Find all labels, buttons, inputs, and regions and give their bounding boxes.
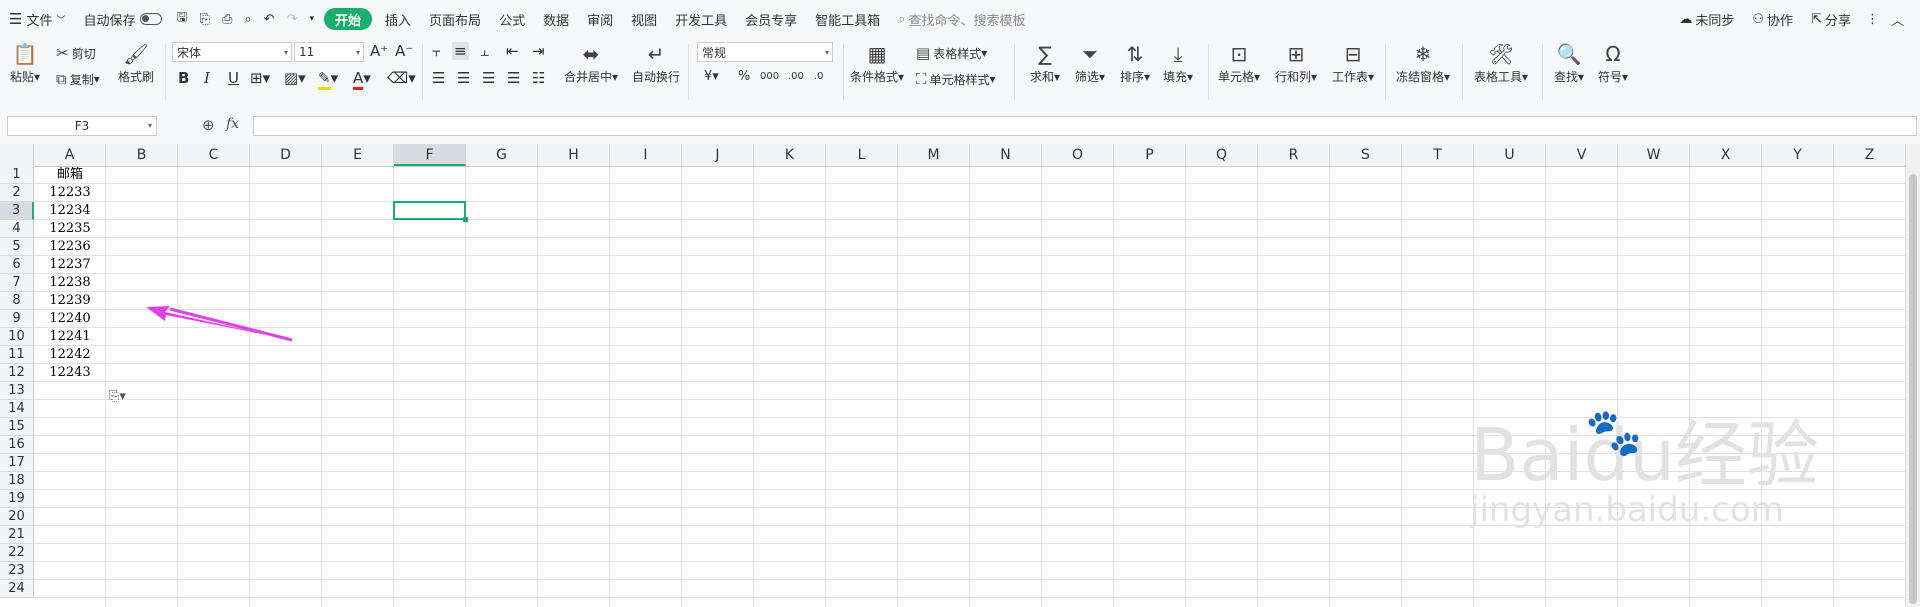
arrow-shaft (169, 307, 293, 342)
watermark-url: jingyan.baidu.com (1470, 490, 1784, 530)
paw-icon: 🐾 (1585, 405, 1643, 459)
watermark: 🐾 Baidu经验 jingyan.baidu.com (1470, 405, 1819, 530)
watermark-brand: Baidu经验 (1470, 413, 1819, 497)
